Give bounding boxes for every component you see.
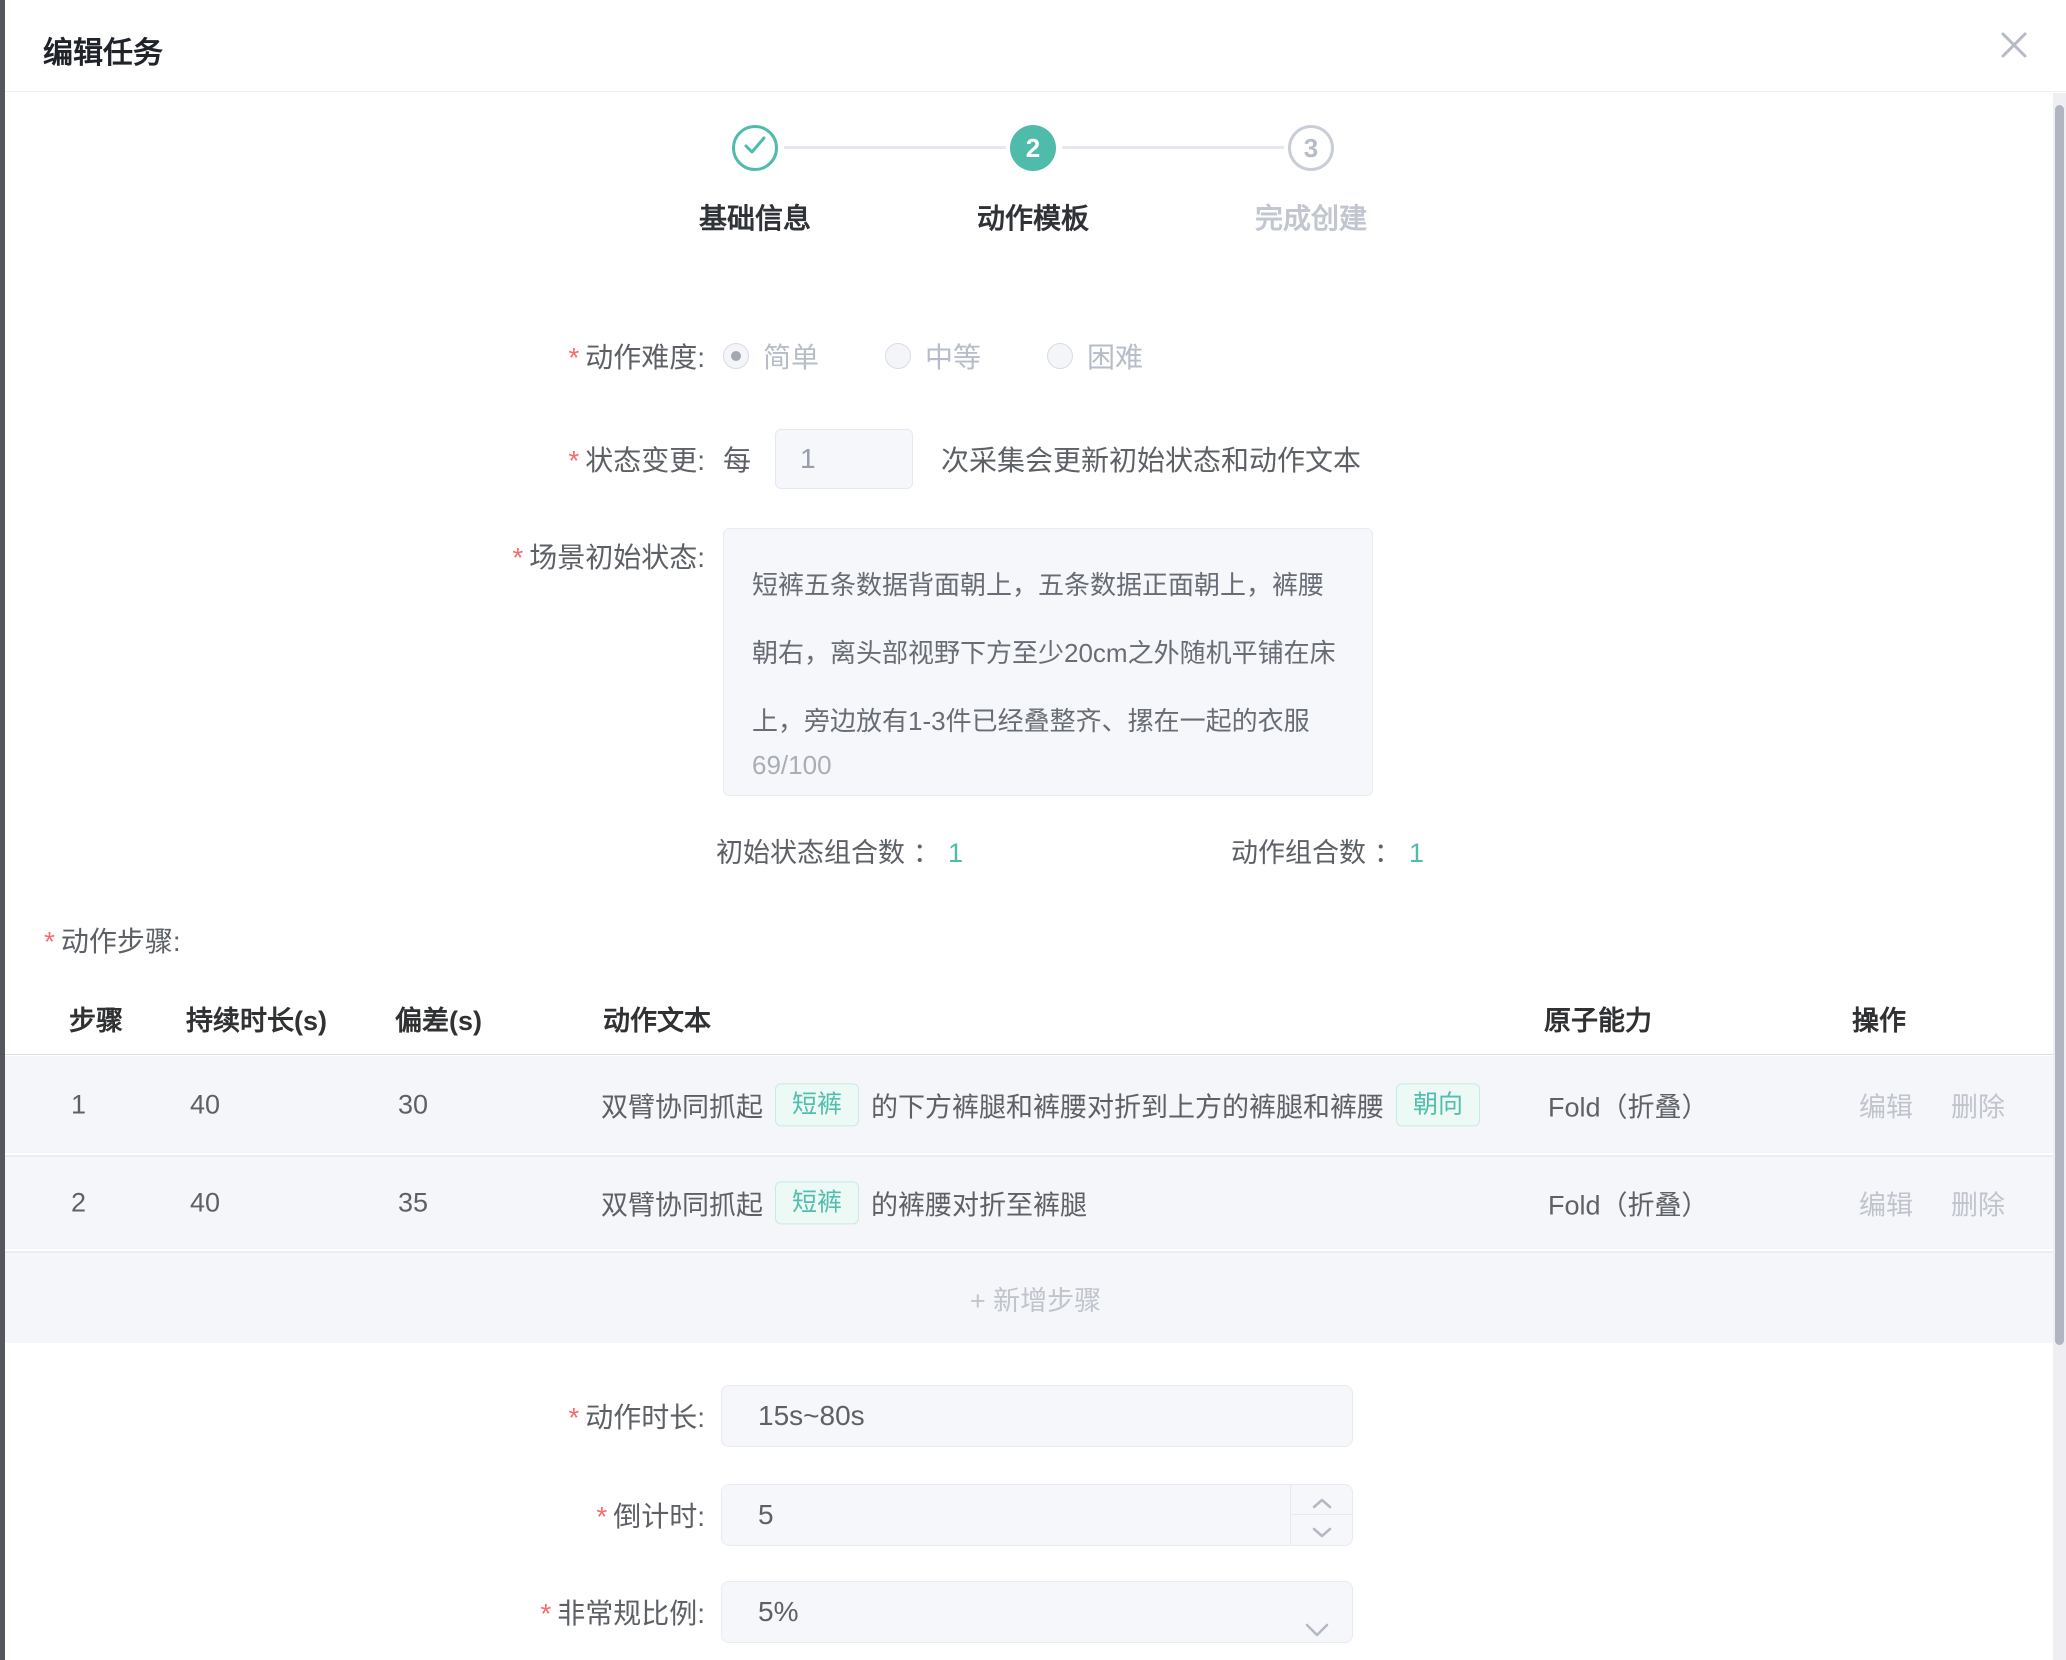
step-3-indicator: 3	[1288, 125, 1334, 171]
cell-action-text: 双臂协同抓起 短裤 的裤腰对折至裤腿	[601, 1181, 1087, 1224]
cell-duration: 40	[190, 1089, 220, 1120]
initial-combo-value: 1	[948, 838, 963, 868]
radio-circle	[1047, 343, 1073, 369]
cell-deviation: 30	[398, 1089, 428, 1120]
initial-state-text: 短裤五条数据背面朝上，五条数据正面朝上，裤腰朝右，离头部视野下方至少20cm之外…	[752, 570, 1336, 736]
dialog-header: 编辑任务	[0, 0, 2066, 92]
radio-label: 困难	[1087, 336, 1143, 376]
scrollbar-thumb[interactable]	[2055, 105, 2064, 1345]
required-mark: *	[540, 1598, 551, 1629]
state-change-label: *状态变更:	[0, 439, 705, 479]
required-mark: *	[568, 342, 579, 373]
combo-counts-row: 初始状态组合数：1 动作组合数：1	[0, 830, 2066, 870]
duration-input[interactable]: 15s~80s	[721, 1385, 1353, 1447]
state-change-prefix: 每	[723, 439, 751, 479]
radio-circle	[885, 343, 911, 369]
col-ability: 原子能力	[1544, 999, 1652, 1038]
initial-state-textarea[interactable]: 短裤五条数据背面朝上，五条数据正面朝上，裤腰朝右，离头部视野下方至少20cm之外…	[723, 528, 1373, 796]
step-number: 3	[1304, 133, 1318, 164]
cell-action-text: 双臂协同抓起 短裤 的下方裤腿和裤腰对折到上方的裤腿和裤腰 朝向	[601, 1083, 1492, 1126]
char-counter: 69/100	[752, 750, 832, 781]
step-2-label: 动作模板	[913, 197, 1153, 237]
countdown-input[interactable]: 5	[721, 1484, 1353, 1546]
delete-link[interactable]: 删除	[1951, 1085, 2005, 1124]
col-operation: 操作	[1852, 999, 1906, 1038]
cell-operations: 编辑 删除	[1859, 1085, 2043, 1124]
cell-operations: 编辑 删除	[1859, 1184, 2043, 1223]
action-combo-count: 动作组合数：1	[1231, 831, 1424, 870]
radio-medium[interactable]: 中等	[885, 336, 981, 376]
state-change-row: *状态变更: 每 1 次采集会更新初始状态和动作文本	[0, 428, 2066, 490]
state-change-input[interactable]: 1	[775, 429, 913, 489]
cell-step: 2	[71, 1188, 86, 1219]
radio-label: 中等	[925, 336, 981, 376]
step-1-indicator	[732, 125, 778, 171]
radio-circle	[723, 343, 749, 369]
unusual-ratio-label: *非常规比例:	[0, 1592, 705, 1632]
object-tag: 短裤	[775, 1083, 859, 1126]
required-mark: *	[44, 926, 55, 957]
radio-simple[interactable]: 简单	[723, 336, 819, 376]
cell-ability: Fold（折叠）	[1548, 1184, 1709, 1223]
wizard-stepper: 2 3 基础信息 动作模板 完成创建	[0, 92, 2066, 252]
cell-deviation: 35	[398, 1188, 428, 1219]
required-mark: *	[596, 1501, 607, 1532]
table-row: 2 40 35 双臂协同抓起 短裤 的裤腰对折至裤腿 Fold（折叠） 编辑 删…	[5, 1155, 2066, 1249]
step-number: 2	[1026, 133, 1040, 164]
difficulty-row: *动作难度: 简单 中等 困难	[0, 330, 2066, 382]
difficulty-label: *动作难度:	[0, 336, 705, 376]
required-mark: *	[568, 445, 579, 476]
check-icon	[735, 125, 775, 172]
radio-hard[interactable]: 困难	[1047, 336, 1143, 376]
spinner-decrease-button[interactable]	[1291, 1515, 1352, 1545]
unusual-ratio-row: *非常规比例: 5%	[0, 1578, 2066, 1646]
initial-state-label: *场景初始状态:	[0, 528, 705, 576]
table-row: 1 40 30 双臂协同抓起 短裤 的下方裤腿和裤腰对折到上方的裤腿和裤腰 朝向…	[5, 1056, 2066, 1153]
step-2-indicator: 2	[1010, 125, 1056, 171]
state-change-suffix: 次采集会更新初始状态和动作文本	[941, 439, 1361, 479]
col-step: 步骤	[69, 999, 123, 1038]
duration-label: *动作时长:	[0, 1396, 705, 1436]
edit-link[interactable]: 编辑	[1859, 1184, 1913, 1223]
col-duration: 持续时长(s)	[186, 999, 327, 1038]
action-steps-section-label: *动作步骤:	[44, 920, 181, 960]
scrollbar-track[interactable]	[2053, 93, 2066, 1660]
edit-link[interactable]: 编辑	[1859, 1085, 1913, 1124]
steps-table-header: 步骤 持续时长(s) 偏差(s) 动作文本 原子能力 操作	[5, 985, 2066, 1055]
add-step-button[interactable]: + 新增步骤	[5, 1251, 2066, 1343]
page-edge	[0, 0, 5, 1660]
page-title: 编辑任务	[43, 28, 163, 72]
step-3-label: 完成创建	[1191, 197, 1431, 237]
countdown-row: *倒计时: 5	[0, 1482, 2066, 1548]
required-mark: *	[512, 542, 523, 573]
object-tag: 短裤	[775, 1181, 859, 1224]
edit-task-dialog: 编辑任务 2 3 基础信息 动作模板 完成创建 *动作难度:	[0, 0, 2066, 1660]
cell-step: 1	[71, 1089, 86, 1120]
close-button[interactable]	[1992, 24, 2036, 68]
chevron-down-icon	[1304, 1599, 1330, 1659]
action-combo-value: 1	[1409, 838, 1424, 868]
step-connector	[784, 146, 1006, 149]
required-mark: *	[568, 1402, 579, 1433]
col-action-text: 动作文本	[603, 999, 711, 1038]
cell-ability: Fold（折叠）	[1548, 1085, 1709, 1124]
difficulty-radio-group: 简单 中等 困难	[723, 336, 1209, 376]
chevron-down-icon	[1312, 1500, 1332, 1560]
cell-duration: 40	[190, 1188, 220, 1219]
radio-label: 简单	[763, 336, 819, 376]
number-spinner	[1290, 1485, 1352, 1545]
col-deviation: 偏差(s)	[395, 999, 482, 1038]
step-1-label: 基础信息	[635, 197, 875, 237]
step-connector	[1062, 146, 1284, 149]
unusual-ratio-select[interactable]: 5%	[721, 1581, 1353, 1643]
initial-combo-count: 初始状态组合数：1	[716, 831, 963, 870]
close-icon	[1996, 27, 2032, 66]
orientation-tag: 朝向	[1396, 1083, 1480, 1126]
duration-row: *动作时长: 15s~80s	[0, 1384, 2066, 1448]
initial-state-row: *场景初始状态: 短裤五条数据背面朝上，五条数据正面朝上，裤腰朝右，离头部视野下…	[0, 528, 2066, 796]
countdown-label: *倒计时:	[0, 1495, 705, 1535]
delete-link[interactable]: 删除	[1951, 1184, 2005, 1223]
